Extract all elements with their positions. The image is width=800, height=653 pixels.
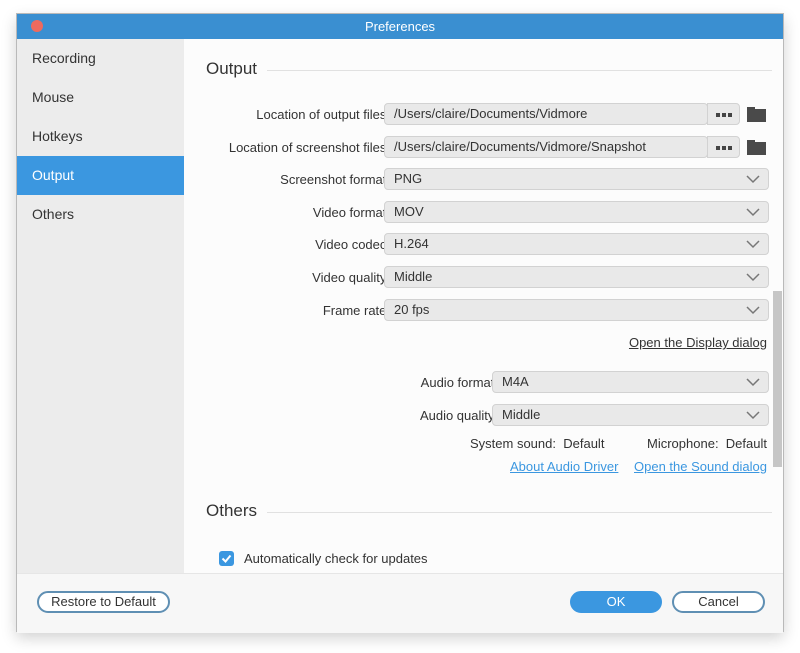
screenshot-files-label: Location of screenshot files: <box>228 140 390 155</box>
restore-to-default-button[interactable]: Restore to Default <box>37 591 170 613</box>
dialog-footer: Restore to Default OK Cancel <box>17 573 783 633</box>
output-section-title: Output <box>206 59 258 78</box>
settings-content: Output Location of output files: /Users/… <box>184 39 783 573</box>
chevron-down-icon <box>746 411 760 420</box>
sidebar: Recording Mouse Hotkeys Output Others <box>17 39 184 573</box>
auto-update-label[interactable]: Automatically check for updates <box>244 551 428 566</box>
audio-quality-select[interactable]: Middle <box>492 404 769 426</box>
system-sound-value: Default <box>563 436 605 451</box>
audio-format-label: Audio format: <box>420 375 498 390</box>
output-section-divider <box>267 70 772 71</box>
open-screenshot-folder-icon[interactable] <box>747 140 766 155</box>
about-audio-driver-link[interactable]: About Audio Driver <box>510 459 618 474</box>
frame-rate-label: Frame rate: <box>322 303 390 318</box>
video-quality-label: Video quality: <box>312 270 390 285</box>
browse-output-button[interactable] <box>707 103 740 125</box>
video-codec-select[interactable]: H.264 <box>384 233 769 255</box>
sidebar-item-mouse[interactable]: Mouse <box>17 78 184 117</box>
ok-button[interactable]: OK <box>570 591 662 613</box>
audio-format-value: M4A <box>502 374 529 389</box>
sidebar-item-others[interactable]: Others <box>17 195 184 234</box>
video-format-label: Video format: <box>312 205 390 220</box>
sidebar-item-output[interactable]: Output <box>17 156 184 195</box>
system-sound-status: System sound: Default <box>470 436 604 451</box>
video-codec-value: H.264 <box>394 236 429 251</box>
output-files-label: Location of output files: <box>256 107 390 122</box>
screenshot-format-value: PNG <box>394 171 423 186</box>
video-format-select[interactable]: MOV <box>384 201 769 223</box>
screenshot-files-path-field[interactable]: /Users/claire/Documents/Vidmore/Snapshot <box>384 136 708 158</box>
audio-quality-label: Audio quality: <box>419 408 498 423</box>
chevron-down-icon <box>746 240 760 249</box>
output-files-path-field[interactable]: /Users/claire/Documents/Vidmore <box>384 103 708 125</box>
screenshot-format-label: Screenshot format: <box>280 172 390 187</box>
chevron-down-icon <box>746 306 760 315</box>
content-scrollbar[interactable] <box>773 291 782 467</box>
video-quality-value: Middle <box>394 269 433 284</box>
video-codec-label: Video codec: <box>315 237 390 252</box>
video-quality-select[interactable]: Middle <box>384 266 769 288</box>
audio-format-select[interactable]: M4A <box>492 371 769 393</box>
screenshot-format-select[interactable]: PNG <box>384 168 769 190</box>
sidebar-item-recording[interactable]: Recording <box>17 39 184 78</box>
audio-quality-value: Middle <box>502 407 541 422</box>
chevron-down-icon <box>746 273 760 282</box>
microphone-status: Microphone: Default <box>647 436 767 451</box>
open-display-dialog-link[interactable]: Open the Display dialog <box>629 335 767 350</box>
chevron-down-icon <box>746 378 760 387</box>
microphone-value: Default <box>725 436 767 451</box>
checkmark-icon <box>221 554 232 563</box>
title-bar: Preferences <box>17 14 783 39</box>
video-format-value: MOV <box>394 204 424 219</box>
chevron-down-icon <box>746 208 760 217</box>
preferences-window: Preferences Recording Mouse Hotkeys Outp… <box>16 13 784 633</box>
frame-rate-select[interactable]: 20 fps <box>384 299 769 321</box>
others-section-divider <box>267 512 772 513</box>
auto-update-checkbox[interactable] <box>219 551 234 566</box>
chevron-down-icon <box>746 175 760 184</box>
system-sound-label: System sound: <box>470 436 556 451</box>
open-output-folder-icon[interactable] <box>747 107 766 122</box>
window-title: Preferences <box>364 19 436 34</box>
cancel-button[interactable]: Cancel <box>672 591 765 613</box>
sidebar-item-hotkeys[interactable]: Hotkeys <box>17 117 184 156</box>
frame-rate-value: 20 fps <box>394 302 430 317</box>
open-sound-dialog-link[interactable]: Open the Sound dialog <box>634 459 767 474</box>
others-section-title: Others <box>206 501 258 520</box>
microphone-label: Microphone: <box>647 436 719 451</box>
browse-screenshot-button[interactable] <box>707 136 740 158</box>
